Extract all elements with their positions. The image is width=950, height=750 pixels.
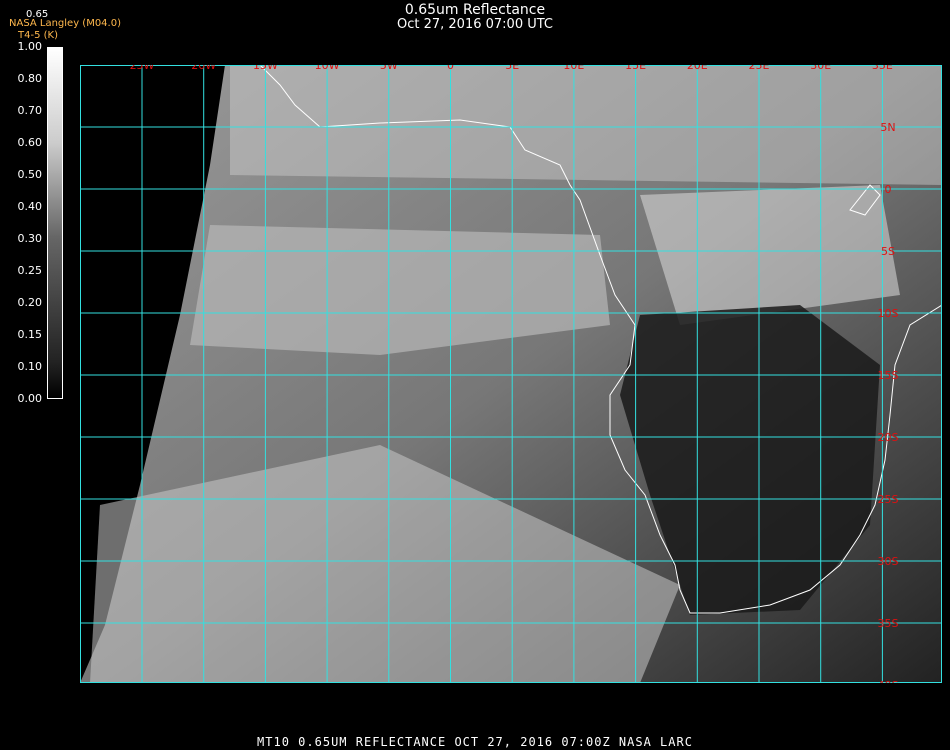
longitude-label: 15E (625, 65, 646, 72)
longitude-label: 10E (563, 65, 584, 72)
colorbar-tick-label: 0.70 (17, 104, 43, 117)
colorbar-tick-label: 0.40 (17, 200, 43, 213)
latitude-label: 30S (878, 555, 899, 568)
latitude-label: 40S (878, 679, 899, 683)
latitude-label: 15S (878, 369, 899, 382)
colorbar-tick-label: 0.10 (17, 360, 43, 373)
cloud-band (230, 65, 942, 185)
chart-title: 0.65um Reflectance (404, 2, 546, 18)
footer-caption: MT10 0.65UM REFLECTANCE OCT 27, 2016 07:… (257, 735, 693, 749)
colorbar-tick-label: 0.30 (17, 232, 43, 245)
colorbar (47, 47, 63, 399)
satellite-map: 25W 20W 15W 10W 5W 0 5E 10E 15E 20E 25E 30E 35E 5N 0 5… (80, 65, 942, 683)
longitude-label: 20E (687, 65, 708, 72)
colorbar-tick-label: 0.20 (17, 296, 43, 309)
longitude-label: 10W (315, 65, 340, 72)
colorbar-tick-label: 0.00 (17, 392, 43, 405)
longitude-label: 30E (810, 65, 831, 72)
latitude-label: 10S (878, 307, 899, 320)
longitude-label: 5W (380, 65, 398, 72)
longitude-label: 25W (130, 65, 155, 72)
latitude-label: 35S (878, 617, 899, 630)
longitude-label: 0 (447, 65, 454, 72)
colorbar-tick-label: 0.50 (17, 168, 43, 181)
colorbar-tick-label: 0.60 (17, 136, 43, 149)
latitude-label: 5N (880, 121, 895, 134)
latitude-label: 5S (881, 245, 895, 258)
longitude-label: 5E (505, 65, 519, 72)
latitude-label: 0 (885, 183, 892, 196)
latitude-label: 20S (878, 431, 899, 444)
colorbar-tick-label: 0.80 (17, 72, 43, 85)
colorbar-tick-label: 1.00 (17, 40, 43, 53)
chart-datetime: Oct 27, 2016 07:00 UTC (397, 17, 553, 32)
longitude-label: 35E (872, 65, 893, 72)
colorbar-tick-label: 0.25 (17, 264, 43, 277)
map-svg: 25W 20W 15W 10W 5W 0 5E 10E 15E 20E 25E 30E 35E 5N 0 5… (80, 65, 942, 683)
longitude-label: 15W (253, 65, 278, 72)
longitude-label: 20W (191, 65, 216, 72)
longitude-label: 25E (749, 65, 770, 72)
colorbar-tick-label: 0.15 (17, 328, 43, 341)
source-label: NASA Langley (M04.0) (9, 18, 121, 29)
latitude-label: 25S (878, 493, 899, 506)
